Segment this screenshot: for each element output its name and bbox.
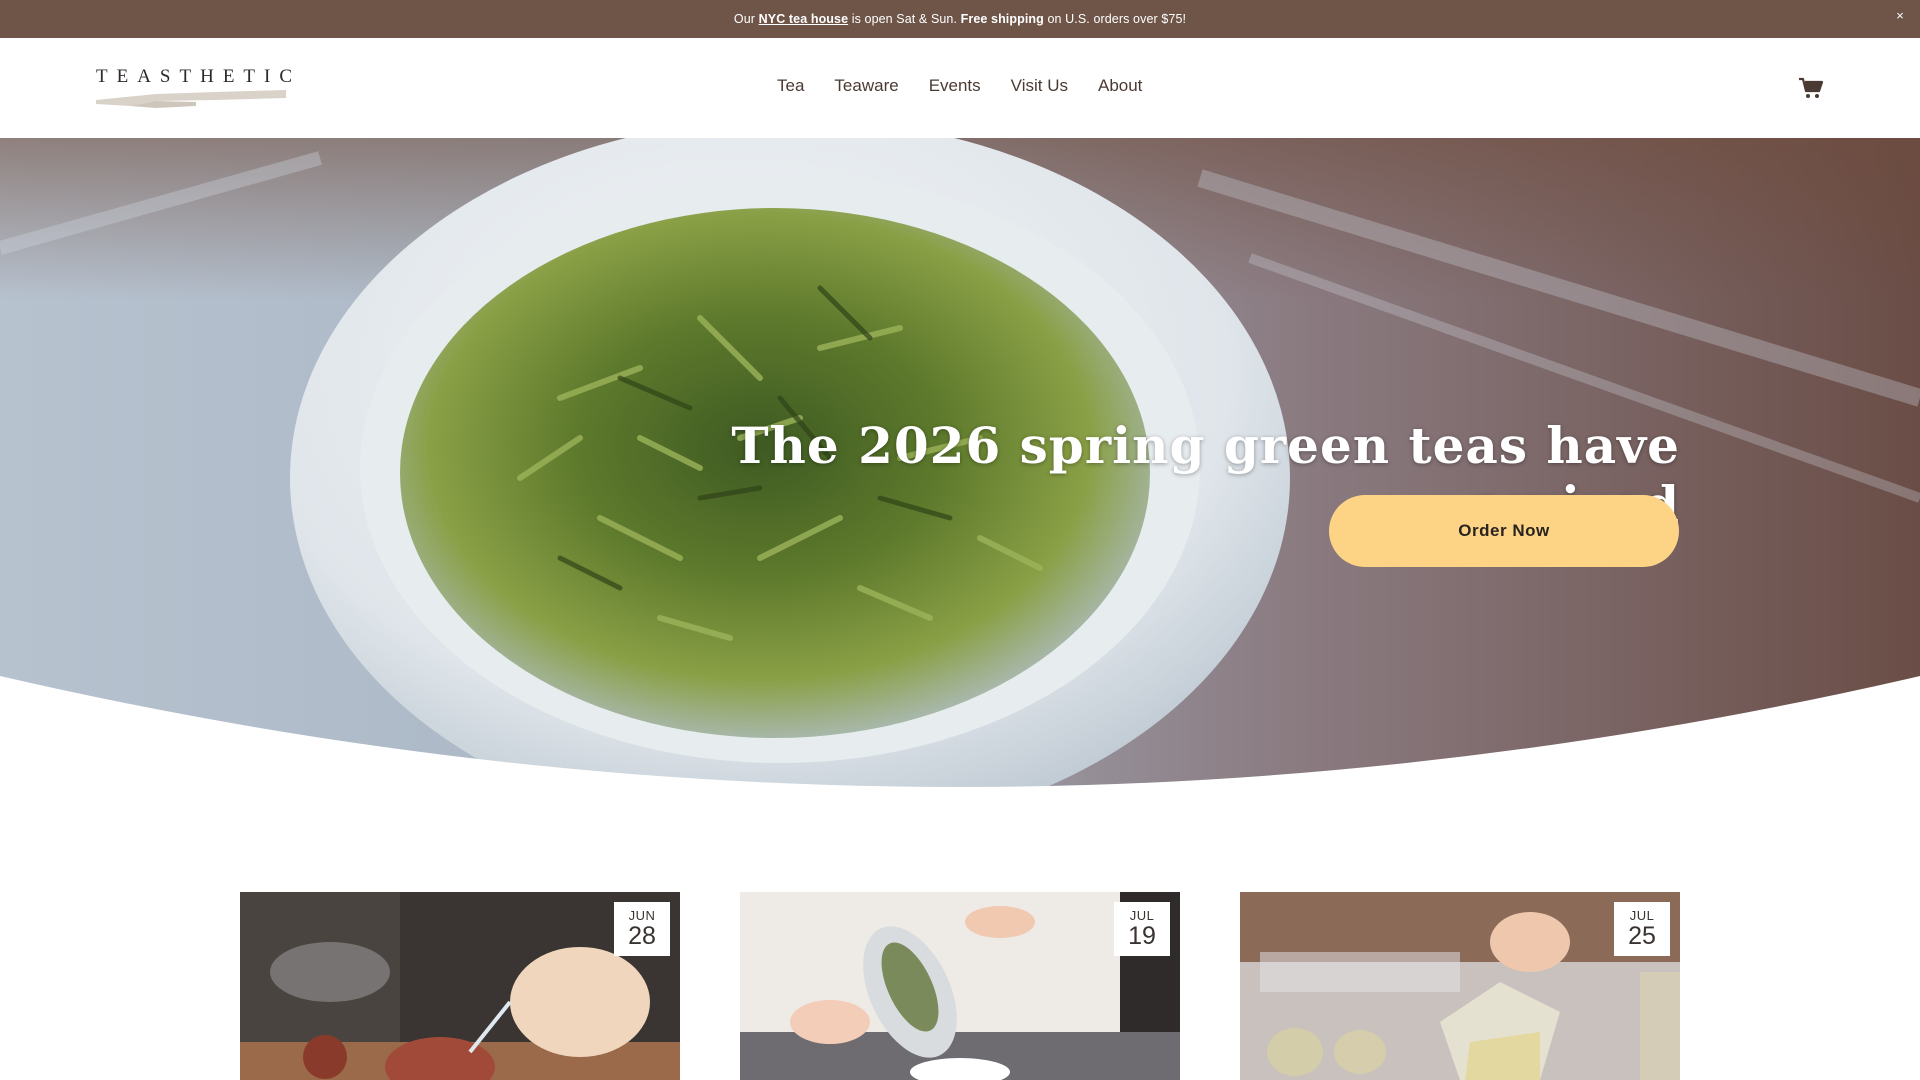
site-header: TEASTHETIC Tea Teaware Events Visit Us A… [0,38,1920,138]
announcement-suffix: on U.S. orders over $75! [1047,12,1187,26]
cart-icon[interactable] [1798,76,1824,100]
event-date-badge: JUL 25 [1614,902,1670,956]
events-list: JUN 28 JUL 19 JUL 25 [240,892,1680,1080]
event-day: 25 [1628,922,1656,950]
event-day: 19 [1128,922,1156,950]
logo-text: TEASTHETIC [96,66,302,87]
event-card[interactable]: JUN 28 [240,892,680,1080]
nav-item-events[interactable]: Events [929,76,981,96]
hero-banner: The 2026 spring green teas have arrived … [0,138,1920,788]
announcement-bar: Our NYC tea house is open Sat & Sun. Fre… [0,0,1920,38]
logo[interactable]: TEASTHETIC [96,66,302,110]
nyc-tea-house-link[interactable]: NYC tea house [759,12,849,26]
event-month: JUN [628,908,656,923]
nav-item-teaware[interactable]: Teaware [834,76,898,96]
logo-brush-mark [96,90,286,108]
nav-item-tea[interactable]: Tea [777,76,804,96]
main-nav: Tea Teaware Events Visit Us About [777,76,1142,96]
nav-item-visit-us[interactable]: Visit Us [1011,76,1068,96]
order-now-button[interactable]: Order Now [1329,495,1679,567]
close-icon[interactable]: × [1896,8,1904,23]
announcement-bold: Free shipping [960,12,1044,26]
event-card[interactable]: JUL 19 [740,892,1180,1080]
event-date-badge: JUL 19 [1114,902,1170,956]
announcement-prefix: Our [733,12,756,26]
event-month: JUL [1629,908,1655,923]
event-month: JUL [1129,908,1155,923]
announcement-middle: is open Sat & Sun. [851,12,958,26]
nav-item-about[interactable]: About [1098,76,1142,96]
event-date-badge: JUN 28 [614,902,670,956]
event-card[interactable]: JUL 25 [1240,892,1680,1080]
event-day: 28 [628,922,656,950]
